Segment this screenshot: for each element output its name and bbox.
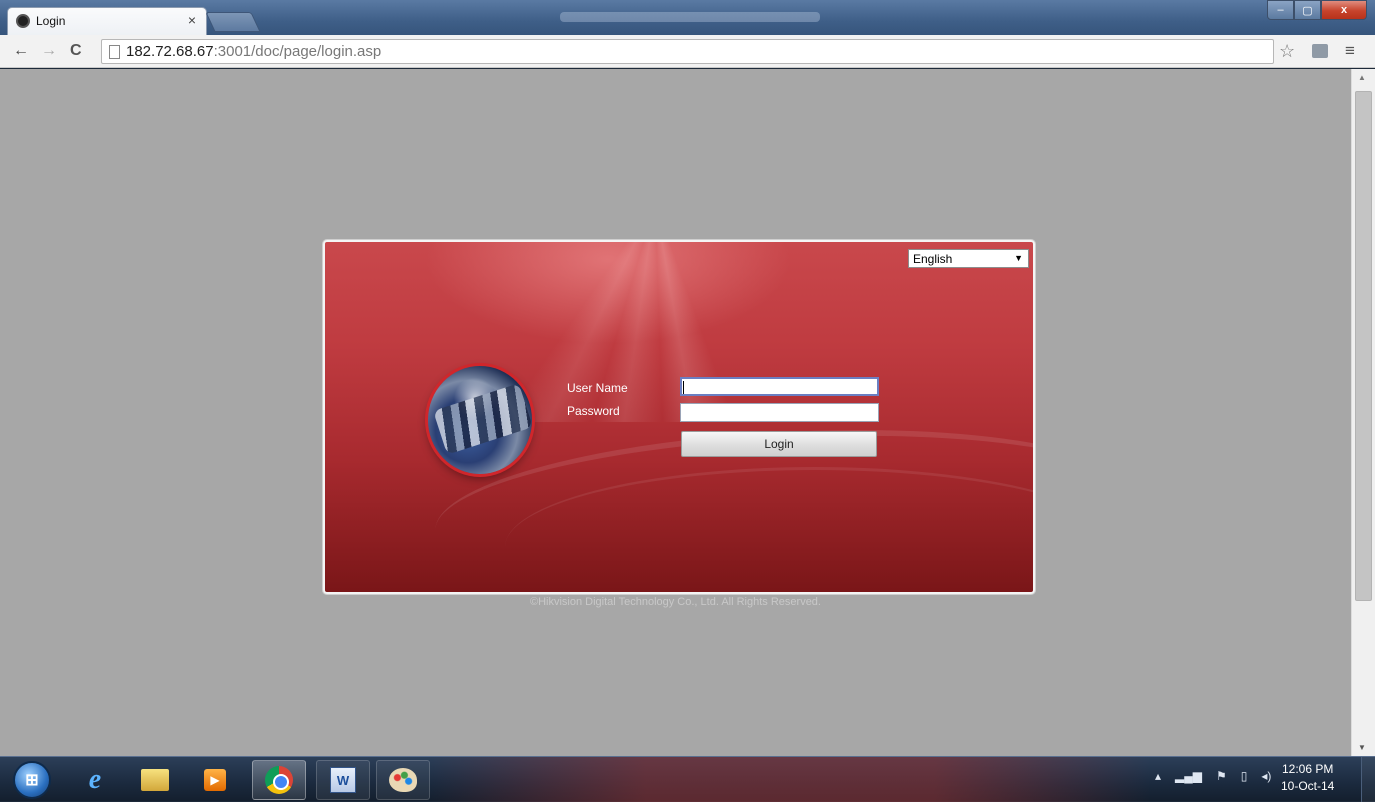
- volume-icon[interactable]: ◂): [1261, 769, 1271, 783]
- close-window-button[interactable]: x: [1321, 0, 1367, 20]
- copyright-text: ©Hikvision Digital Technology Co., Ltd. …: [530, 596, 821, 608]
- bookmark-star-icon[interactable]: ☆: [1279, 41, 1295, 62]
- taskbar-background: [430, 757, 1150, 802]
- internet-explorer-icon[interactable]: e: [68, 760, 122, 800]
- vertical-scrollbar[interactable]: ▲ ▼: [1351, 69, 1375, 756]
- hikvision-favicon-icon: [16, 14, 30, 28]
- browser-toolbar: ← → C 182.72.68.67:3001/doc/page/login.a…: [0, 35, 1375, 68]
- windows-taskbar: ⊞ e ▶ W ▴ ▂▄▆ ⚑ ▯ ◂) 12:06 PM 10-Oct-14: [0, 756, 1375, 802]
- system-tray: ▴ ▂▄▆ ⚑ ▯ ◂): [1155, 769, 1271, 783]
- taskbar-clock[interactable]: 12:06 PM 10-Oct-14: [1281, 761, 1334, 795]
- window-controls: – ▢ x: [1267, 0, 1367, 22]
- show-desktop-button[interactable]: [1361, 757, 1375, 802]
- forward-arrow-icon[interactable]: →: [41, 42, 57, 60]
- language-select[interactable]: English ▼: [908, 249, 1029, 268]
- scroll-up-arrow-icon[interactable]: ▲: [1358, 73, 1366, 82]
- tab-close-icon[interactable]: ×: [188, 12, 196, 28]
- address-bar[interactable]: 182.72.68.67:3001/doc/page/login.asp: [101, 39, 1274, 64]
- language-selected-value: English: [913, 252, 953, 266]
- reload-icon[interactable]: C: [70, 42, 82, 60]
- clock-time: 12:06 PM: [1281, 762, 1334, 776]
- blurred-window-title: [560, 12, 820, 22]
- new-tab-button[interactable]: [205, 12, 261, 32]
- login-panel: English ▼ User Name Password Login: [323, 240, 1035, 594]
- globe-image-band: [433, 383, 532, 455]
- url-host: 182.72.68.67: [126, 43, 214, 60]
- password-input[interactable]: [680, 403, 879, 422]
- minimize-button[interactable]: –: [1267, 0, 1294, 20]
- start-button[interactable]: ⊞: [13, 761, 51, 799]
- browser-tab-login[interactable]: Login ×: [7, 7, 207, 35]
- page-content: English ▼ User Name Password Login ©Hikv…: [0, 69, 1351, 756]
- login-button[interactable]: Login: [681, 431, 877, 457]
- chrome-taskbar-icon[interactable]: [252, 760, 306, 800]
- username-label: User Name: [567, 381, 628, 395]
- text-caret: [683, 381, 684, 394]
- extension-icon[interactable]: [1312, 44, 1328, 58]
- page-icon: [109, 45, 120, 59]
- action-center-flag-icon[interactable]: ⚑: [1216, 769, 1227, 783]
- scroll-thumb[interactable]: [1355, 91, 1372, 601]
- paint-taskbar-icon[interactable]: [376, 760, 430, 800]
- tab-title: Login: [36, 14, 66, 28]
- clock-date: 10-Oct-14: [1281, 779, 1335, 793]
- dropdown-arrow-icon: ▼: [1014, 253, 1023, 263]
- chrome-menu-icon[interactable]: ≡: [1345, 41, 1355, 61]
- network-signal-icon[interactable]: ▂▄▆: [1175, 769, 1202, 783]
- back-arrow-icon[interactable]: ←: [13, 42, 29, 60]
- media-player-icon[interactable]: ▶: [188, 760, 242, 800]
- password-label: Password: [567, 404, 620, 418]
- username-input[interactable]: [680, 377, 879, 396]
- file-explorer-icon[interactable]: [128, 760, 182, 800]
- show-hidden-icons-icon[interactable]: ▴: [1155, 769, 1161, 783]
- word-taskbar-icon[interactable]: W: [316, 760, 370, 800]
- battery-icon[interactable]: ▯: [1241, 769, 1248, 783]
- browser-titlebar: Login × – ▢ x: [0, 0, 1375, 35]
- scroll-down-arrow-icon[interactable]: ▼: [1358, 743, 1366, 752]
- url-path: :3001/doc/page/login.asp: [213, 43, 382, 60]
- url-text: 182.72.68.67:3001/doc/page/login.asp: [126, 43, 381, 60]
- maximize-button[interactable]: ▢: [1294, 0, 1321, 20]
- camera-globe-logo: [428, 366, 532, 474]
